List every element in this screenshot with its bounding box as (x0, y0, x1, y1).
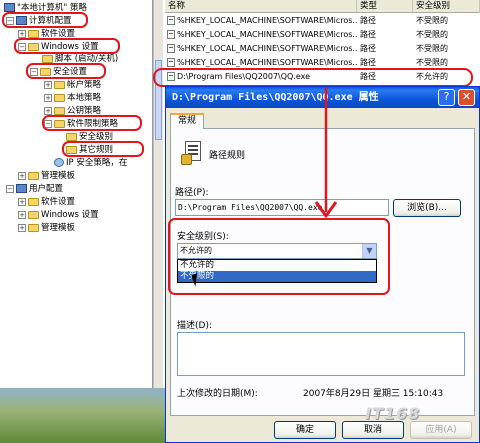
policy-icon (4, 3, 15, 12)
expand-icon[interactable]: + (18, 210, 26, 219)
rule-heading: 路径规则 (209, 151, 246, 161)
expand-icon[interactable]: + (44, 93, 52, 102)
annotation-ring (42, 115, 142, 131)
expand-icon[interactable]: + (18, 223, 26, 232)
description-field[interactable] (177, 332, 465, 376)
annotation-ring (14, 38, 120, 54)
browse-button[interactable]: 浏览(B)... (393, 199, 461, 217)
cancel-button[interactable]: 取消 (342, 421, 404, 439)
column-header-level[interactable]: 安全级别 (413, 0, 480, 13)
folder-icon (28, 29, 39, 38)
annotation-ring (62, 141, 144, 157)
help-button[interactable]: ? (438, 89, 455, 106)
expand-icon[interactable]: + (44, 80, 52, 89)
last-modified-label: 上次修改的日期(M): (177, 389, 258, 399)
tab-general[interactable]: 常规 (170, 113, 204, 129)
tree-scrollbar[interactable] (153, 0, 163, 388)
apply-button[interactable]: 应用(A) (410, 421, 472, 439)
folder-icon (28, 223, 39, 232)
folder-icon (54, 80, 65, 89)
rule-icon (167, 30, 175, 39)
tree-item-user-config[interactable]: − 用户配置 (6, 183, 63, 195)
folder-icon (54, 93, 65, 102)
last-modified-value: 2007年8月29日 星期三 15:10:43 (303, 389, 444, 399)
path-field[interactable]: D:\Program Files\QQ2007\QQ.exe (175, 199, 389, 216)
ip-security-icon (54, 158, 64, 167)
desktop-background (0, 388, 165, 443)
expand-icon[interactable]: + (44, 106, 52, 115)
ok-button[interactable]: 确定 (274, 421, 336, 439)
path-rule-icon (181, 141, 201, 165)
script-icon (42, 54, 53, 63)
dialog-title[interactable]: D:\Program Files\QQ2007\QQ.exe 属性 (166, 87, 479, 108)
user-icon (16, 184, 27, 193)
folder-icon (54, 106, 65, 115)
column-header-type[interactable]: 类型 (357, 0, 413, 13)
annotation-ring (153, 68, 473, 87)
list-header: 名称 类型 安全级别 (165, 0, 480, 13)
tree-item-admin-templates[interactable]: + 管理模板 (18, 170, 75, 182)
watermark-logo: IT168 (365, 404, 421, 423)
folder-icon (66, 132, 77, 141)
policy-tree: "本地计算机" 策略 − 计算机配置 + 软件设置 − Windows 设置 脚本 (… (0, 0, 153, 388)
close-button[interactable]: ✕ (458, 89, 475, 106)
expand-icon[interactable]: + (18, 197, 26, 206)
collapse-icon[interactable]: − (6, 184, 14, 193)
tree-item-account-policy[interactable]: + 帐户策略 (44, 79, 101, 91)
tree-item-ip-security[interactable]: IP 安全策略，在 (54, 157, 127, 169)
folder-icon (28, 171, 39, 180)
path-label: 路径(P): (175, 188, 209, 198)
list-row[interactable]: %HKEY_LOCAL_MACHINE\SOFTWARE\Micros... 路… (165, 14, 480, 27)
description-label: 描述(D): (177, 321, 212, 331)
list-row[interactable]: %HKEY_LOCAL_MACHINE\SOFTWARE\Micros... 路… (165, 28, 480, 41)
rule-icon (167, 58, 175, 67)
tree-item-user-admin-templates[interactable]: + 管理模板 (18, 222, 75, 234)
list-row[interactable]: %HKEY_LOCAL_MACHINE\SOFTWARE\Micros... 路… (165, 42, 480, 55)
folder-icon (28, 197, 39, 206)
column-header-name[interactable]: 名称 (165, 0, 357, 13)
tree-item-user-software-settings[interactable]: + 软件设置 (18, 196, 75, 208)
tree-item-user-windows-settings[interactable]: + Windows 设置 (18, 209, 99, 221)
annotation-ring (2, 12, 88, 28)
rule-icon (167, 16, 175, 25)
tree-item-local-policies[interactable]: + 本地策略 (44, 92, 101, 104)
expand-icon[interactable]: + (18, 29, 26, 38)
folder-icon (28, 210, 39, 219)
rule-icon (167, 44, 175, 53)
expand-icon[interactable]: + (18, 171, 26, 180)
annotation-ring (26, 63, 106, 79)
